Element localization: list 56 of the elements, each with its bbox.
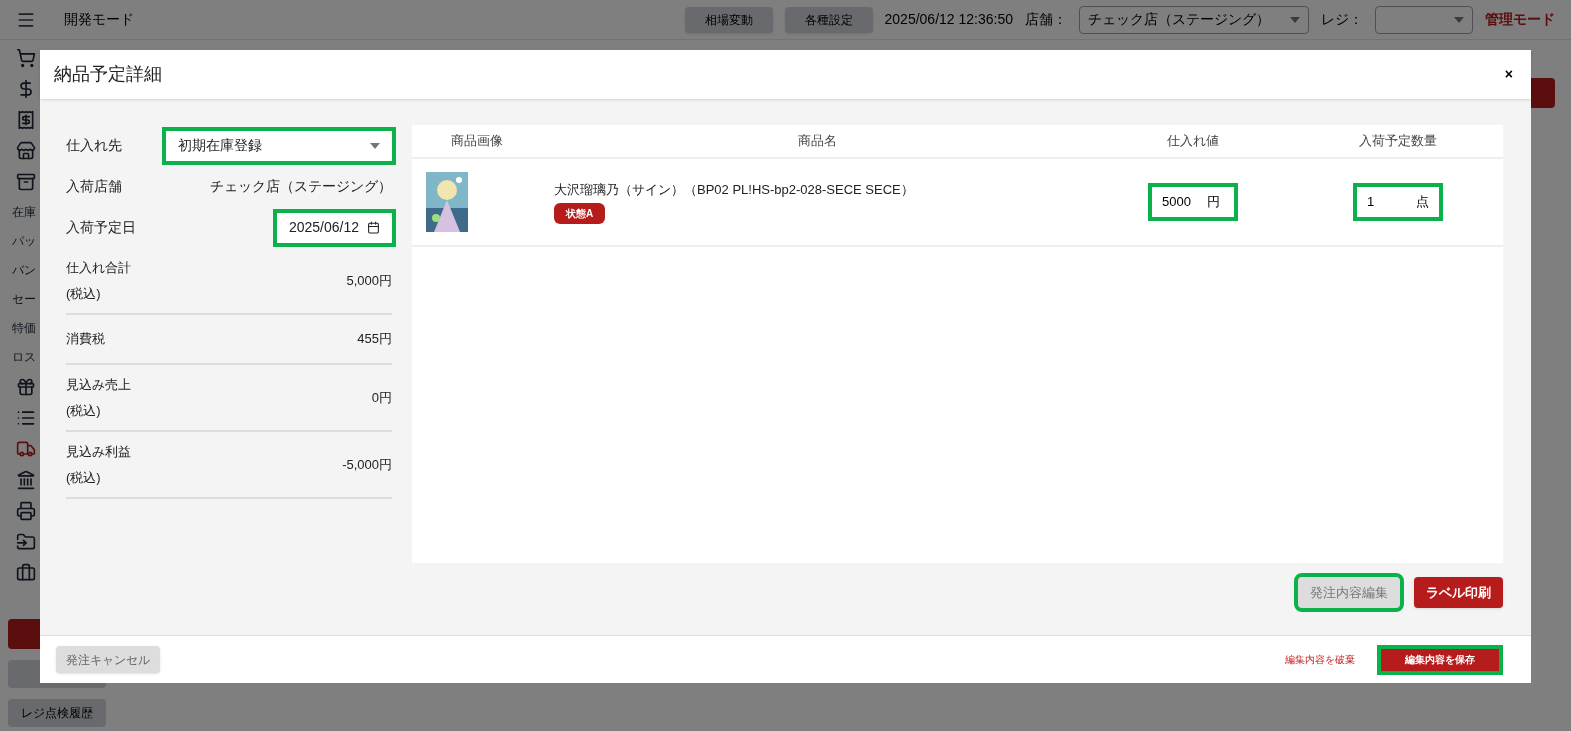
nav-icon[interactable] — [16, 532, 36, 552]
caret-icon — [1454, 16, 1464, 23]
caret-icon — [1290, 16, 1300, 23]
nav-icon[interactable] — [16, 439, 36, 459]
column-header: 商品名 — [797, 132, 838, 151]
app-title: 開発モード — [64, 10, 134, 29]
mode-label: 管理モード — [1485, 10, 1555, 29]
summary-label: 見込み利益 — [66, 443, 131, 461]
column-header: 商品画像 — [450, 132, 504, 151]
nav-item[interactable]: 在庫 — [12, 203, 36, 221]
nav-icon[interactable] — [16, 501, 36, 521]
summary-value: -5,000円 — [342, 455, 392, 474]
summary-value: 455円 — [357, 330, 392, 349]
column-header: 仕入れ値 — [1166, 132, 1220, 151]
nav-item[interactable]: バン — [12, 261, 36, 279]
product-name: 大沢瑠璃乃（サイン）（BP02 PL!HS-bp2-028-SECE SECE） — [554, 180, 914, 199]
nav-icon[interactable] — [16, 563, 36, 583]
store-select[interactable]: チェック店（ステージング） — [1079, 5, 1309, 34]
column-header: 入荷予定数量 — [1358, 132, 1438, 151]
summary-label: 仕入れ合計 — [66, 259, 131, 277]
nav-icon[interactable] — [16, 172, 36, 192]
nav-icon[interactable] — [16, 141, 36, 161]
condition-tag: 状態A — [554, 203, 606, 225]
summary-label: 見込み売上 — [66, 376, 131, 394]
summary-sublabel: (税込) — [66, 401, 102, 420]
store-label: 店舗： — [1025, 10, 1067, 29]
discard-link[interactable]: 編集内容を破棄 — [1285, 652, 1355, 667]
caret-icon — [370, 142, 380, 149]
sidebar-button[interactable]: レジ点検履歴 — [8, 699, 106, 727]
datetime: 2025/06/12 12:36:50 — [884, 10, 1013, 29]
nav-icon[interactable] — [16, 377, 36, 397]
summary-label: 消費税 — [66, 330, 105, 349]
cancel-order-button[interactable]: 発注キャンセル — [56, 646, 160, 673]
nav-item[interactable]: パッ — [12, 232, 36, 250]
nav-item[interactable]: セー — [12, 290, 36, 308]
nav-item[interactable]: 特価 — [12, 319, 36, 337]
summary-sublabel: (税込) — [66, 284, 102, 303]
calendar-icon — [367, 221, 380, 234]
nav-icon[interactable] — [16, 470, 36, 490]
summary-value: 0円 — [371, 388, 392, 407]
nav-item[interactable]: ロス — [12, 348, 36, 366]
field-value: チェック店（ステージング） — [210, 177, 392, 196]
register-label: レジ： — [1321, 10, 1363, 29]
field-label: 入荷店舗 — [66, 177, 122, 196]
summary-value: 5,000円 — [346, 271, 392, 290]
nav-icon[interactable] — [16, 110, 36, 130]
close-button[interactable]: × — [1500, 64, 1517, 85]
header-button[interactable]: 相場変動 — [684, 6, 773, 33]
field-label: 仕入れ先 — [66, 136, 122, 155]
action-button[interactable]: ラベル印刷 — [1414, 577, 1503, 608]
header-button[interactable]: 各種設定 — [784, 6, 873, 33]
summary-sublabel: (税込) — [66, 468, 102, 487]
nav-icon[interactable] — [16, 48, 36, 68]
modal-title: 納品予定詳細 — [54, 63, 162, 86]
field-label: 入荷予定日 — [66, 218, 136, 237]
nav-icon[interactable] — [16, 408, 36, 428]
